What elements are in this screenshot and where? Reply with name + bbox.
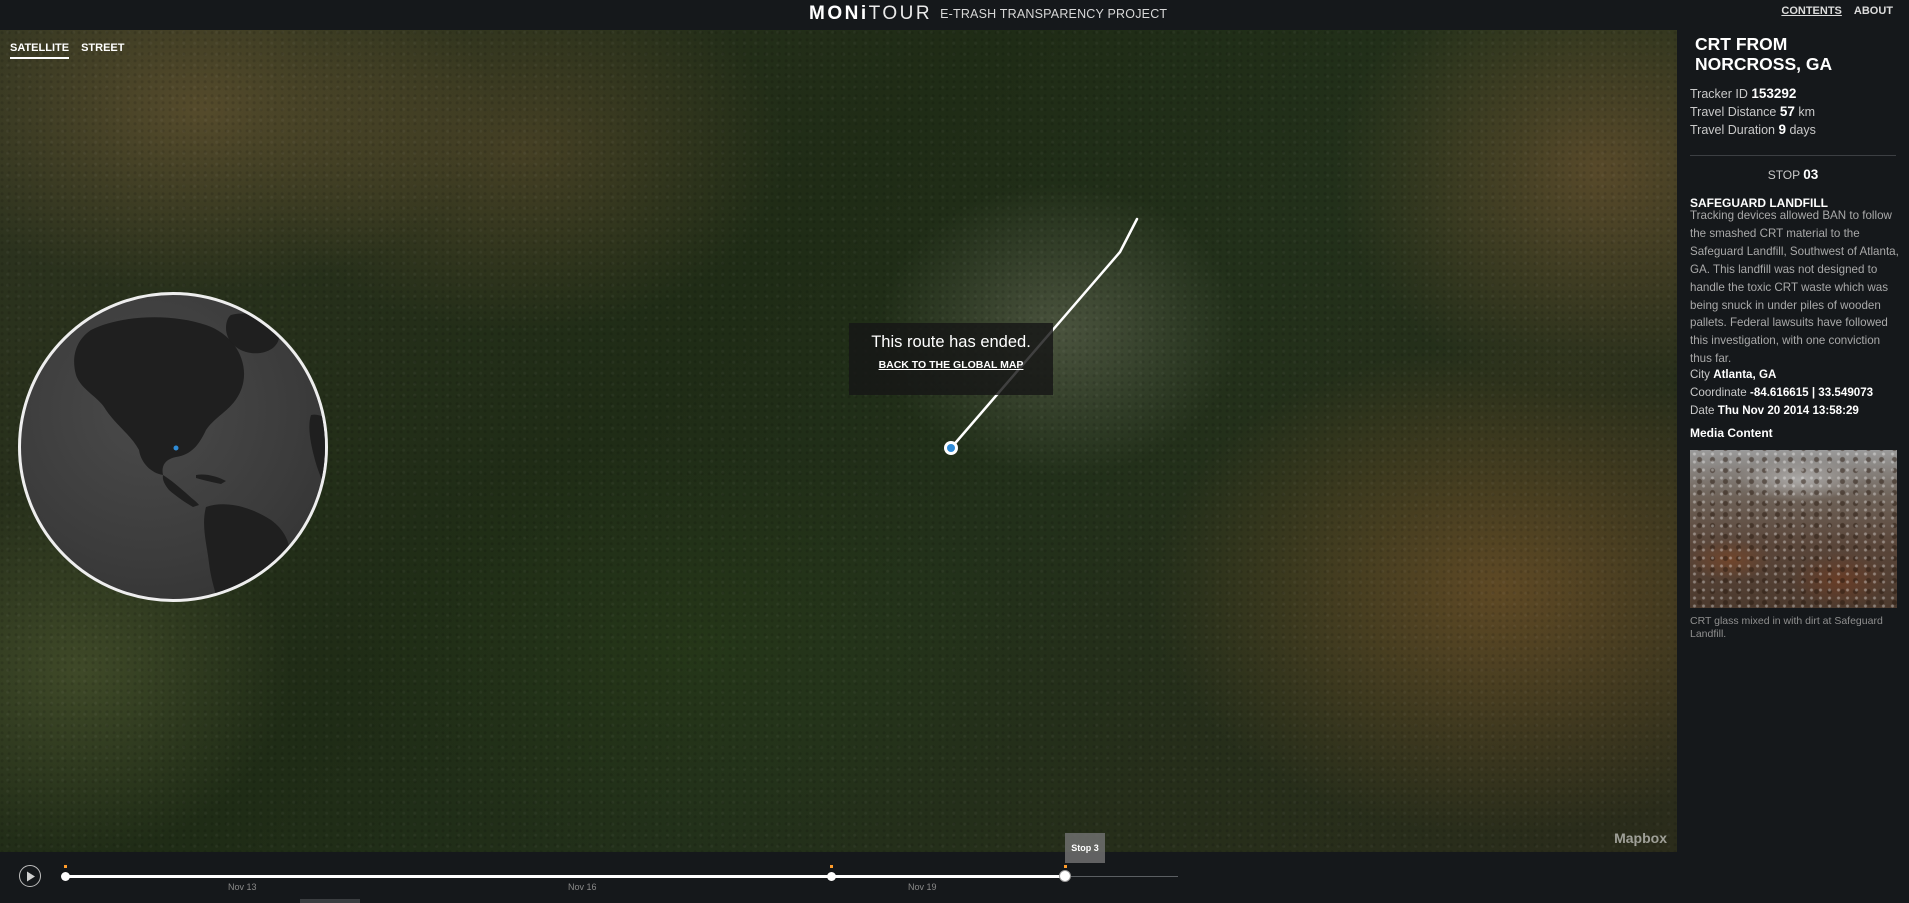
timeline-date-label: Nov 13 (228, 882, 257, 892)
satellite-toggle[interactable]: SATELLITE (10, 42, 70, 59)
tracker-id-label: Tracker ID (1690, 87, 1748, 101)
travel-duration-row: Travel Duration 9 days (1690, 121, 1816, 139)
media-caption: CRT glass mixed in with dirt at Safeguar… (1690, 615, 1883, 640)
timeline-remaining[interactable] (1065, 876, 1178, 877)
nav-about-link[interactable]: ABOUT (1854, 5, 1893, 17)
stop-label: STOP (1767, 168, 1800, 182)
timeline-progress[interactable] (65, 875, 1065, 878)
city-label: City (1690, 368, 1710, 381)
date-label: Date (1690, 404, 1715, 417)
globe-minimap[interactable] (18, 292, 328, 602)
timeline-event-mark (830, 865, 833, 868)
top-nav: CONTENTS ABOUT (1781, 5, 1893, 17)
brand: MONiTOUR E-TRASH TRANSPARENCY PROJECT (809, 1, 1167, 27)
site-tagline: E-TRASH TRANSPARENCY PROJECT (940, 7, 1168, 21)
location-marker-icon[interactable] (944, 441, 958, 455)
stop-metadata: City Atlanta, GA Coordinate -84.616615 |… (1690, 366, 1873, 420)
nav-contents-link[interactable]: CONTENTS (1781, 5, 1842, 17)
coordinate-label: Coordinate (1690, 386, 1747, 399)
mapbox-attribution[interactable]: Mapbox (1614, 830, 1667, 846)
travel-duration-label: Travel Duration (1690, 123, 1775, 137)
timeline-bar: Stop 3 Nov 13 Nov 16 Nov 19 (0, 833, 1677, 903)
stop-description: Tracking devices allowed BAN to follow t… (1690, 209, 1899, 366)
travel-distance-value: 57 (1779, 104, 1795, 119)
timeline-stop-2[interactable] (827, 872, 836, 881)
date-value: Thu Nov 20 2014 13:58:29 (1717, 404, 1859, 417)
tracker-id-row: Tracker ID 153292 (1690, 85, 1816, 103)
horizontal-scrollbar[interactable] (300, 899, 360, 903)
travel-stats: Tracker ID 153292 Travel Distance 57 km … (1690, 85, 1816, 139)
timeline-date-label: Nov 19 (908, 882, 937, 892)
panel-title: CRT FROM NORCROSS, GA (1695, 34, 1833, 74)
street-toggle[interactable]: STREET (81, 42, 124, 59)
travel-distance-unit: km (1798, 105, 1816, 119)
timeline-event-mark (1064, 865, 1067, 868)
date-row: Date Thu Nov 20 2014 13:58:29 (1690, 402, 1873, 420)
play-button[interactable] (19, 865, 41, 887)
site-logo[interactable]: MONiTOUR (809, 3, 932, 25)
route-ended-dialog: This route has ended. BACK TO THE GLOBAL… (849, 323, 1053, 395)
timeline-stop-3-handle[interactable] (1059, 870, 1071, 882)
route-ended-message: This route has ended. (871, 333, 1031, 351)
stop-heading: STOP 03 (1677, 167, 1909, 182)
travel-distance-row: Travel Distance 57 km (1690, 103, 1816, 121)
tracker-id-value: 153292 (1751, 86, 1797, 101)
city-value: Atlanta, GA (1713, 368, 1777, 381)
stop-details-panel: CRT FROM NORCROSS, GA Tracker ID 153292 … (1677, 30, 1909, 903)
timeline-stop-1[interactable] (61, 872, 70, 881)
stop-number: 03 (1803, 167, 1819, 182)
timeline-date-label: Nov 16 (568, 882, 597, 892)
map-style-toggle: SATELLITE STREET (10, 42, 124, 59)
media-photo[interactable] (1690, 450, 1897, 608)
globe-location-dot (173, 445, 179, 451)
panel-divider (1690, 155, 1896, 156)
timeline-event-mark (64, 865, 67, 868)
play-icon (27, 871, 35, 882)
travel-duration-value: 9 (1778, 122, 1786, 137)
globe-continents (74, 313, 325, 599)
travel-duration-unit: days (1789, 123, 1816, 137)
coordinate-value: -84.616615 | 33.549073 (1749, 386, 1874, 399)
coordinate-row: Coordinate -84.616615 | 33.549073 (1690, 384, 1873, 402)
satellite-map[interactable]: SATELLITE STREET This route has ended. B… (0, 30, 1677, 852)
top-bar: MONiTOUR E-TRASH TRANSPARENCY PROJECT CO… (0, 0, 1909, 30)
back-to-global-map-link[interactable]: BACK TO THE GLOBAL MAP (879, 359, 1024, 371)
travel-distance-label: Travel Distance (1690, 105, 1777, 119)
media-content-heading: Media Content (1690, 426, 1773, 440)
city-row: City Atlanta, GA (1690, 366, 1873, 384)
